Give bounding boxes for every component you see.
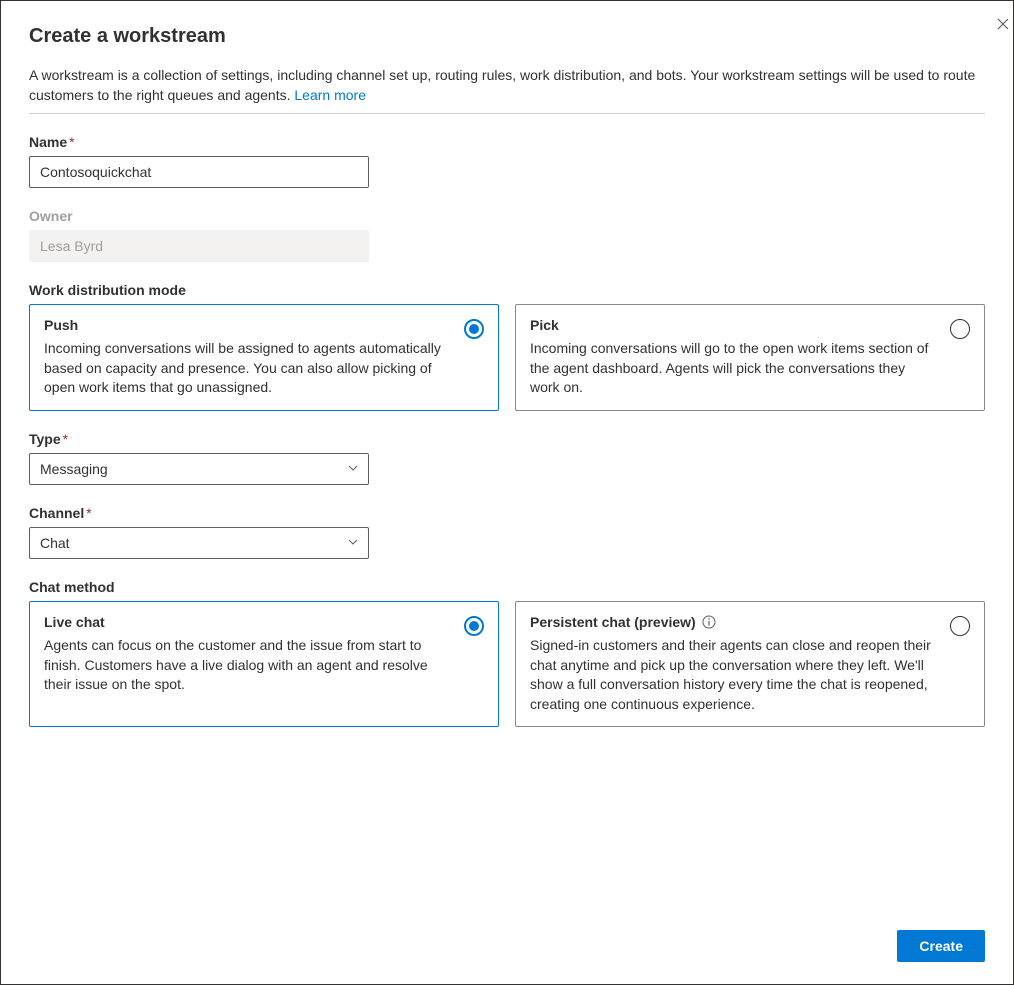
distribution-field: Work distribution mode Push Incoming con…	[29, 282, 985, 411]
name-field: Name*	[29, 134, 985, 188]
chat-method-label: Chat method	[29, 579, 985, 595]
create-button[interactable]: Create	[897, 930, 985, 962]
name-input[interactable]	[29, 156, 369, 188]
push-description: Incoming conversations will be assigned …	[44, 339, 450, 398]
chat-method-field: Chat method Live chat Agents can focus o…	[29, 579, 985, 727]
chat-method-options: Live chat Agents can focus on the custom…	[29, 601, 985, 727]
channel-label: Channel*	[29, 505, 985, 521]
type-select[interactable]: Messaging	[29, 453, 369, 485]
channel-select-wrap: Chat	[29, 527, 369, 559]
channel-label-text: Channel	[29, 505, 84, 521]
name-label-text: Name	[29, 134, 67, 150]
learn-more-link[interactable]: Learn more	[294, 87, 366, 103]
panel-title: Create a workstream	[29, 25, 985, 48]
create-workstream-panel: Create a workstream A workstream is a co…	[1, 1, 1013, 984]
owner-field: Owner	[29, 208, 985, 262]
required-indicator: *	[63, 431, 68, 447]
info-icon[interactable]	[702, 615, 716, 629]
type-select-wrap: Messaging	[29, 453, 369, 485]
radio-icon	[464, 319, 484, 339]
required-indicator: *	[69, 134, 74, 150]
distribution-label: Work distribution mode	[29, 282, 985, 298]
pick-title: Pick	[530, 317, 936, 333]
owner-label: Owner	[29, 208, 985, 224]
type-label-text: Type	[29, 431, 61, 447]
push-title: Push	[44, 317, 450, 333]
panel-description: A workstream is a collection of settings…	[29, 66, 985, 114]
distribution-option-push[interactable]: Push Incoming conversations will be assi…	[29, 304, 499, 411]
name-label: Name*	[29, 134, 985, 150]
distribution-option-pick[interactable]: Pick Incoming conversations will go to t…	[515, 304, 985, 411]
persistent-chat-description: Signed-in customers and their agents can…	[530, 636, 936, 714]
persistent-chat-title-text: Persistent chat (preview)	[530, 614, 696, 630]
chat-method-option-persistent[interactable]: Persistent chat (preview) Signed-in cust…	[515, 601, 985, 727]
panel-footer: Create	[1, 914, 1013, 984]
close-icon[interactable]	[997, 17, 1009, 35]
channel-field: Channel* Chat	[29, 505, 985, 559]
required-indicator: *	[86, 505, 91, 521]
pick-description: Incoming conversations will go to the op…	[530, 339, 936, 398]
type-label: Type*	[29, 431, 985, 447]
description-text: A workstream is a collection of settings…	[29, 67, 975, 103]
distribution-options: Push Incoming conversations will be assi…	[29, 304, 985, 411]
owner-input	[29, 230, 369, 262]
type-field: Type* Messaging	[29, 431, 985, 485]
radio-icon	[950, 616, 970, 636]
channel-select[interactable]: Chat	[29, 527, 369, 559]
live-chat-description: Agents can focus on the customer and the…	[44, 636, 450, 695]
radio-icon	[950, 319, 970, 339]
live-chat-title: Live chat	[44, 614, 450, 630]
radio-icon	[464, 616, 484, 636]
persistent-chat-title: Persistent chat (preview)	[530, 614, 936, 630]
chat-method-option-live[interactable]: Live chat Agents can focus on the custom…	[29, 601, 499, 727]
